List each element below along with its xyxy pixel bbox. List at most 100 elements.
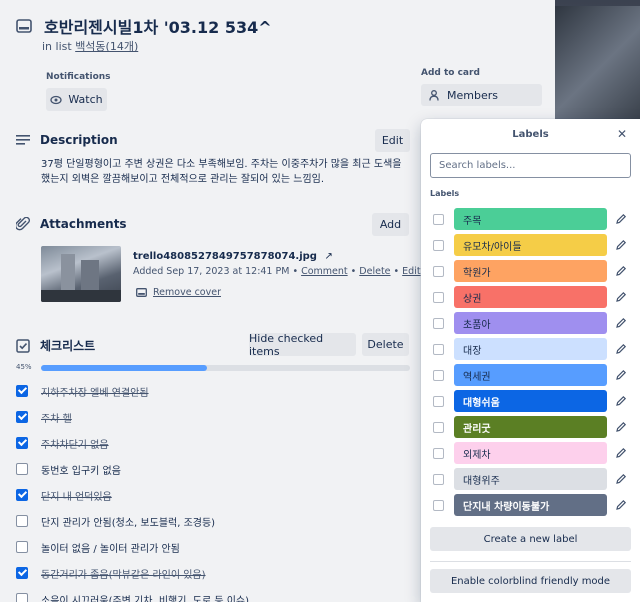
members-button[interactable]: Members: [421, 84, 542, 106]
checklist-checkbox[interactable]: [16, 541, 28, 553]
checklist-item[interactable]: 단지 관리가 안됨(청소, 보도블럭, 조경등): [16, 508, 416, 534]
label-chip[interactable]: 역세권: [454, 364, 607, 386]
attachment-file-name-text: trello4808527849757878074.jpg: [133, 251, 317, 262]
pencil-icon[interactable]: [615, 343, 627, 355]
label-chip[interactable]: 대장: [454, 338, 607, 360]
add-attachment-button[interactable]: Add: [372, 213, 409, 236]
attachment-thumbnail[interactable]: [41, 246, 121, 302]
create-new-label-button[interactable]: Create a new label: [430, 527, 631, 551]
checklist-header: 체크리스트: [16, 337, 95, 354]
label-chip[interactable]: 외제차: [454, 442, 607, 464]
label-checkbox[interactable]: [433, 473, 444, 485]
pencil-icon[interactable]: [615, 239, 627, 251]
checklist-item[interactable]: 소음이 시끄러움(주변 기차, 비행기, 도로 등 이슈): [16, 586, 416, 602]
checklist-progress-bar: [41, 365, 410, 371]
label-checkbox[interactable]: [433, 369, 444, 381]
label-chip[interactable]: 유모차/아이들: [454, 234, 607, 256]
checklist-checkbox[interactable]: [16, 385, 28, 397]
checklist-heading[interactable]: 체크리스트: [40, 337, 95, 354]
checklist-item-text[interactable]: 주차차단기 없음: [41, 436, 109, 451]
label-checkbox[interactable]: [433, 291, 444, 303]
labels-section-label: Labels: [430, 189, 460, 198]
checklist-checkbox[interactable]: [16, 463, 28, 475]
label-checkbox[interactable]: [433, 343, 444, 355]
label-chip[interactable]: 단지내 차량이동불가: [454, 494, 607, 516]
checklist-item-text[interactable]: 동번호 입구키 없음: [41, 462, 121, 477]
cover-icon: [136, 288, 147, 297]
attachment-file-name[interactable]: trello4808527849757878074.jpg ↗: [133, 251, 333, 262]
checklist-checkbox[interactable]: [16, 437, 28, 449]
checklist-item-text[interactable]: 주차 헬: [41, 410, 72, 425]
checklist-item[interactable]: 동번호 입구키 없음: [16, 456, 416, 482]
label-checkbox[interactable]: [433, 213, 444, 225]
search-labels-input[interactable]: [430, 153, 631, 178]
label-chip[interactable]: 관리굿: [454, 416, 607, 438]
checklist-item[interactable]: 지하주차장 엘베 연결안됨: [16, 378, 416, 404]
checklist-item[interactable]: 단지 내 언덕있음: [16, 482, 416, 508]
pencil-icon[interactable]: [615, 291, 627, 303]
label-chip[interactable]: 대형쉬움: [454, 390, 607, 412]
label-checkbox[interactable]: [433, 239, 444, 251]
attachment-edit-link[interactable]: Edit: [402, 266, 420, 277]
label-row: 대형쉬움: [430, 388, 635, 414]
label-checkbox[interactable]: [433, 395, 444, 407]
label-row: 주목: [430, 206, 635, 232]
label-checkbox[interactable]: [433, 317, 444, 329]
label-row: 대형위주: [430, 466, 635, 492]
watch-button[interactable]: Watch: [46, 88, 107, 111]
label-chip[interactable]: 학원가: [454, 260, 607, 282]
backdrop-card-cover: [548, 6, 640, 120]
checklist-item[interactable]: 놀이터 없음 / 놀이터 관리가 안됨: [16, 534, 416, 560]
label-checkbox[interactable]: [433, 447, 444, 459]
checklist-item-text[interactable]: 놀이터 없음 / 놀이터 관리가 안됨: [41, 540, 180, 555]
label-chip[interactable]: 초품아: [454, 312, 607, 334]
colorblind-mode-button[interactable]: Enable colorblind friendly mode: [430, 569, 631, 593]
pencil-icon[interactable]: [615, 447, 627, 459]
pencil-icon[interactable]: [615, 473, 627, 485]
checklist-item-text[interactable]: 소음이 시끄러움(주변 기차, 비행기, 도로 등 이슈): [41, 592, 249, 602]
label-chip[interactable]: 주목: [454, 208, 607, 230]
description-text[interactable]: 37평 단일평형이고 주변 상권은 다소 부족해보임. 주차는 이중주차가 많을…: [41, 157, 411, 187]
label-row: 대장: [430, 336, 635, 362]
checklist-checkbox[interactable]: [16, 567, 28, 579]
pencil-icon[interactable]: [615, 395, 627, 407]
person-icon: [429, 89, 439, 101]
checklist-item[interactable]: 동간거리가 좁음(막뷰같은 라인이 있음): [16, 560, 416, 586]
checklist-item[interactable]: 주차차단기 없음: [16, 430, 416, 456]
checklist-icon: [16, 338, 30, 353]
edit-description-button[interactable]: Edit: [375, 129, 410, 152]
checklist-checkbox[interactable]: [16, 515, 28, 527]
checklist-item-text[interactable]: 단지 내 언덕있음: [41, 488, 112, 503]
attachment-delete-link[interactable]: Delete: [359, 266, 390, 277]
label-chip[interactable]: 상권: [454, 286, 607, 308]
checklist-item-text[interactable]: 지하주차장 엘베 연결안됨: [41, 384, 149, 399]
description-header: Description: [16, 133, 118, 147]
pencil-icon[interactable]: [615, 213, 627, 225]
popover-divider: [430, 561, 631, 562]
label-checkbox[interactable]: [433, 499, 444, 511]
checklist-checkbox[interactable]: [16, 593, 28, 602]
card-title[interactable]: 호반리젠시빌1차 '03.12 534^: [44, 14, 272, 38]
list-name-link[interactable]: 백석동(14개): [75, 40, 138, 53]
checklist-checkbox[interactable]: [16, 489, 28, 501]
checklist-item-text[interactable]: 동간거리가 좁음(막뷰같은 라인이 있음): [41, 566, 206, 581]
checklist-checkbox[interactable]: [16, 411, 28, 423]
delete-checklist-button[interactable]: Delete: [362, 333, 409, 356]
pencil-icon[interactable]: [615, 265, 627, 277]
label-checkbox[interactable]: [433, 421, 444, 433]
label-row: 단지내 차량이동불가: [430, 492, 635, 518]
checklist-progress-fill: [41, 365, 208, 371]
hide-checked-items-button[interactable]: Hide checked items: [249, 332, 356, 358]
card-title-row: 호반리젠시빌1차 '03.12 534^: [16, 14, 272, 38]
close-icon[interactable]: ✕: [617, 127, 627, 141]
checklist-item-text[interactable]: 단지 관리가 안됨(청소, 보도블럭, 조경등): [41, 514, 215, 529]
pencil-icon[interactable]: [615, 369, 627, 381]
pencil-icon[interactable]: [615, 317, 627, 329]
label-chip[interactable]: 대형위주: [454, 468, 607, 490]
checklist-item[interactable]: 주차 헬: [16, 404, 416, 430]
label-checkbox[interactable]: [433, 265, 444, 277]
pencil-icon[interactable]: [615, 421, 627, 433]
remove-cover-link[interactable]: Remove cover: [136, 287, 221, 298]
attachment-comment-link[interactable]: Comment: [301, 266, 348, 277]
pencil-icon[interactable]: [615, 499, 627, 511]
